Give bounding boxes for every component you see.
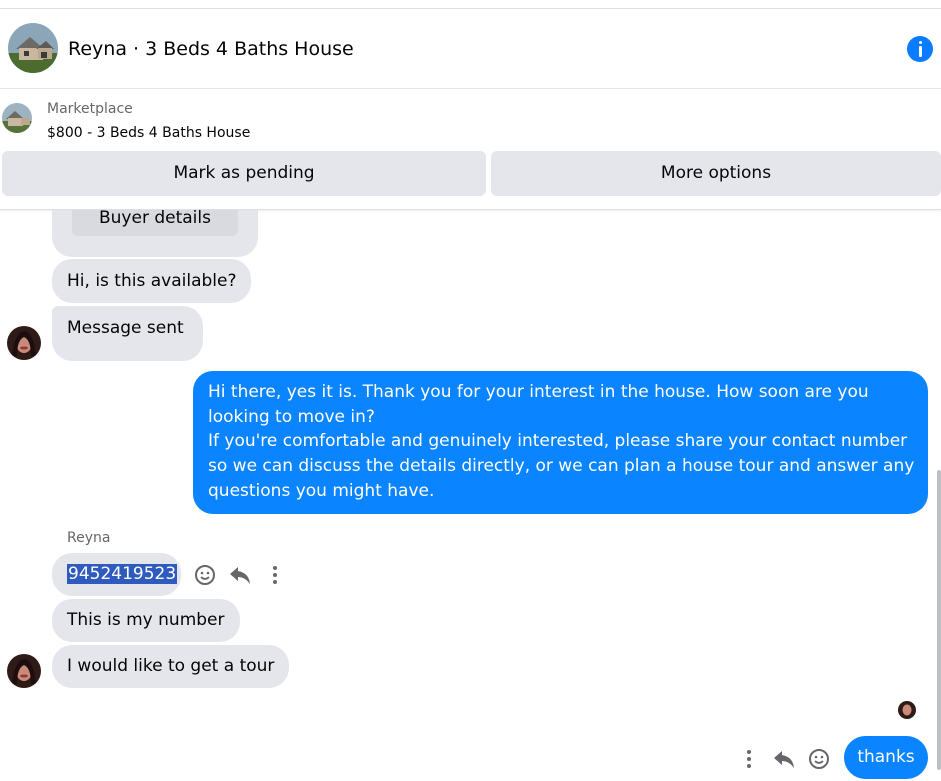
sent-message-line: looking to move in? xyxy=(208,406,375,427)
sender-name: Reyna xyxy=(67,530,111,546)
info-icon[interactable] xyxy=(907,36,933,62)
react-smiley-icon[interactable] xyxy=(194,564,216,586)
reply-icon[interactable] xyxy=(773,748,795,770)
conversation-title: Reyna · 3 Beds 4 Baths House xyxy=(68,38,354,60)
buyer-details-button[interactable]: Buyer details xyxy=(72,210,238,236)
messenger-conversation: Reyna · 3 Beds 4 Baths House Marketplace… xyxy=(0,0,941,781)
scrollbar[interactable] xyxy=(937,470,941,770)
more-actions-icon[interactable] xyxy=(264,564,286,586)
mark-as-pending-button[interactable]: Mark as pending xyxy=(2,151,486,196)
seen-avatar xyxy=(898,701,916,719)
sent-message-line: If you're comfortable and genuinely inte… xyxy=(208,431,908,452)
listing-thumbnail[interactable] xyxy=(2,103,32,133)
phone-number-selected[interactable]: 9452419523 xyxy=(67,564,178,584)
sent-message[interactable]: Hi there, yes it is. Thank you for your … xyxy=(193,371,928,514)
sent-message-line: questions you might have. xyxy=(208,480,435,501)
conversation-header: Reyna · 3 Beds 4 Baths House xyxy=(0,9,941,89)
react-smiley-icon[interactable] xyxy=(808,748,830,770)
sent-message[interactable]: thanks xyxy=(844,736,928,779)
more-actions-icon[interactable] xyxy=(738,748,760,770)
reyna-avatar[interactable] xyxy=(7,654,41,688)
reply-icon[interactable] xyxy=(229,564,251,586)
received-message[interactable]: Hi, is this available? xyxy=(52,259,252,303)
received-message[interactable]: 9452419523 xyxy=(52,553,181,596)
listing-avatar[interactable] xyxy=(8,23,58,73)
received-message[interactable]: This is my number xyxy=(52,599,240,642)
reyna-avatar[interactable] xyxy=(7,326,41,360)
more-options-button[interactable]: More options xyxy=(491,151,941,196)
marketplace-label: Marketplace xyxy=(47,101,133,117)
received-message[interactable]: I would like to get a tour xyxy=(52,645,290,688)
marketplace-listing-bar: Marketplace $800 - 3 Beds 4 Baths House … xyxy=(0,90,941,210)
received-message[interactable]: Message sent xyxy=(52,306,203,361)
sent-message-line: Hi there, yes it is. Thank you for your … xyxy=(208,382,869,402)
sent-message-line: so we can discuss the details directly, … xyxy=(208,456,915,477)
listing-title[interactable]: $800 - 3 Beds 4 Baths House xyxy=(47,125,250,141)
